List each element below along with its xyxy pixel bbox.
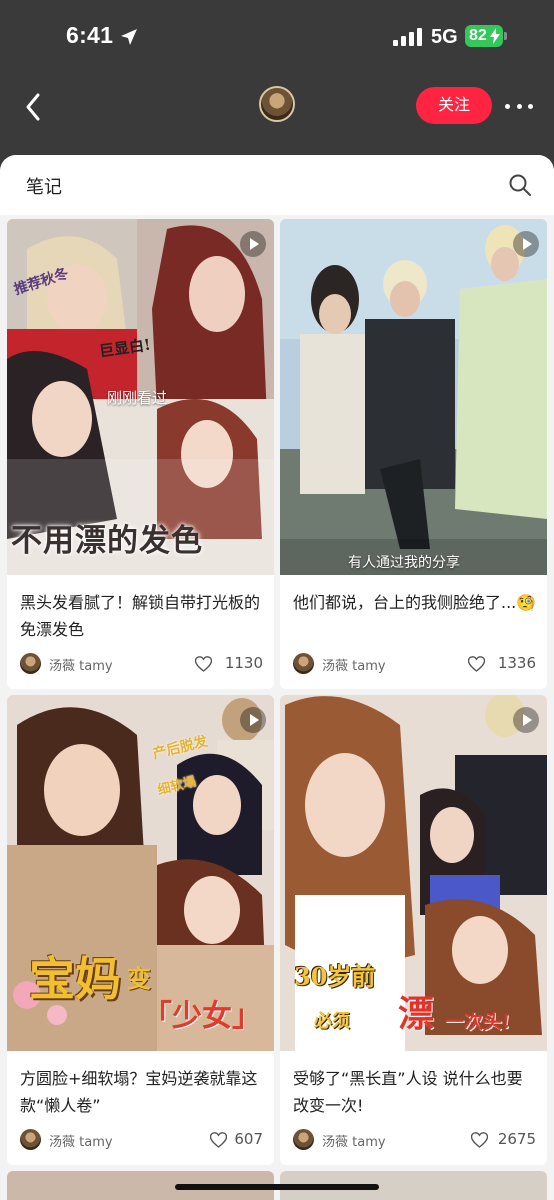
note-title[interactable]: 受够了“黑长直”人设 说什么也要改变一次!	[293, 1065, 537, 1119]
note-cover[interactable]: 推荐秋冬 巨显白! 刚刚看过 不用漂的发色	[7, 219, 274, 575]
note-title[interactable]: 方圆脸+细软塌？宝妈逆袭就靠这款“懒人卷”	[20, 1065, 264, 1119]
note-cover[interactable]: 产后脱发 细软塌 宝妈 变 「少女」	[7, 695, 274, 1051]
cover-text: 漂	[398, 993, 435, 1035]
note-title[interactable]: 黑头发看腻了！解锁自带打光板的免漂发色	[20, 589, 264, 643]
like-count: 1336	[497, 654, 536, 672]
note-card[interactable]: 推荐秋冬 巨显白! 刚刚看过 不用漂的发色 黑头发看腻了！解锁自带打光板的免漂发…	[7, 219, 274, 689]
like-count: 607	[234, 1130, 263, 1148]
battery-tip	[504, 32, 507, 40]
note-card[interactable]: 有人通过我的分享 他们都说，台上的我侧脸绝了...🧐 汤薇 tamy 1336	[280, 219, 547, 689]
more-icon[interactable]	[502, 94, 536, 118]
location-arrow-icon	[121, 29, 137, 45]
like-count: 2675	[497, 1130, 536, 1148]
section-title: 笔记	[26, 177, 62, 198]
author-avatar[interactable]	[259, 86, 295, 122]
home-indicator[interactable]	[175, 1184, 379, 1190]
battery-icon: 82	[465, 25, 503, 47]
video-play-icon	[513, 707, 539, 733]
heart-icon[interactable]	[195, 656, 212, 672]
author-name[interactable]: 汤薇 tamy	[49, 1131, 113, 1150]
back-button[interactable]	[18, 90, 48, 124]
author-name[interactable]: 汤薇 tamy	[49, 655, 113, 674]
video-play-icon	[240, 707, 266, 733]
status-bar: 6:41 5G 82	[0, 0, 554, 72]
cover-text: 一次头!	[445, 1011, 511, 1033]
cover-text: 变	[127, 964, 151, 993]
heart-icon[interactable]	[471, 1132, 488, 1148]
follow-button[interactable]: 关注	[416, 87, 492, 124]
note-meta: 汤薇 tamy 2675	[293, 1129, 536, 1151]
cover-text: 宝妈	[29, 952, 121, 1006]
avatar[interactable]	[293, 1129, 314, 1150]
like-count: 1130	[224, 654, 263, 672]
video-play-icon	[240, 231, 266, 257]
note-meta: 汤薇 tamy 1336	[293, 653, 536, 675]
recently-viewed-label: 刚刚看过	[107, 389, 168, 407]
cover-text: 必须	[314, 1011, 350, 1032]
cover-text: 30岁前	[294, 962, 376, 991]
author-name[interactable]: 汤薇 tamy	[322, 655, 386, 674]
note-card[interactable]: 产后脱发 细软塌 宝妈 变 「少女」 方圆脸+细软塌？宝妈逆袭就靠这款“懒人卷”…	[7, 695, 274, 1165]
avatar[interactable]	[293, 653, 314, 674]
signal-icon	[393, 28, 423, 46]
nav-bar: 关注	[0, 72, 554, 152]
sheet-header: 笔记	[0, 155, 554, 215]
note-meta: 汤薇 tamy 1130	[20, 653, 263, 675]
heart-icon[interactable]	[210, 1132, 227, 1148]
network-type: 5G	[431, 26, 458, 48]
note-cover[interactable]: 有人通过我的分享	[280, 219, 547, 575]
cover-text: 不用漂的发色	[11, 523, 203, 559]
battery-level: 82	[469, 27, 487, 44]
note-title[interactable]: 他们都说，台上的我侧脸绝了...🧐	[293, 589, 537, 616]
cover-image	[280, 219, 547, 575]
back-icon	[26, 93, 40, 121]
heart-icon[interactable]	[468, 656, 485, 672]
notes-sheet: 笔记 推荐秋冬 巨显白! 刚刚看过 不用漂的发色 黑头发看腻了！解锁自带打光板的…	[0, 155, 554, 1200]
status-time: 6:41	[66, 22, 114, 48]
charging-bolt-icon	[490, 28, 500, 44]
note-cover[interactable]: 30岁前 必须 漂 一次头!	[280, 695, 547, 1051]
cover-text: 「少女」	[142, 999, 262, 1034]
video-play-icon	[513, 231, 539, 257]
search-icon[interactable]	[508, 173, 532, 197]
share-caption: 有人通过我的分享	[348, 555, 460, 571]
note-meta: 汤薇 tamy 607	[20, 1129, 263, 1151]
author-name[interactable]: 汤薇 tamy	[322, 1131, 386, 1150]
note-card[interactable]: 30岁前 必须 漂 一次头! 受够了“黑长直”人设 说什么也要改变一次! 汤薇 …	[280, 695, 547, 1165]
avatar[interactable]	[20, 653, 41, 674]
avatar[interactable]	[20, 1129, 41, 1150]
